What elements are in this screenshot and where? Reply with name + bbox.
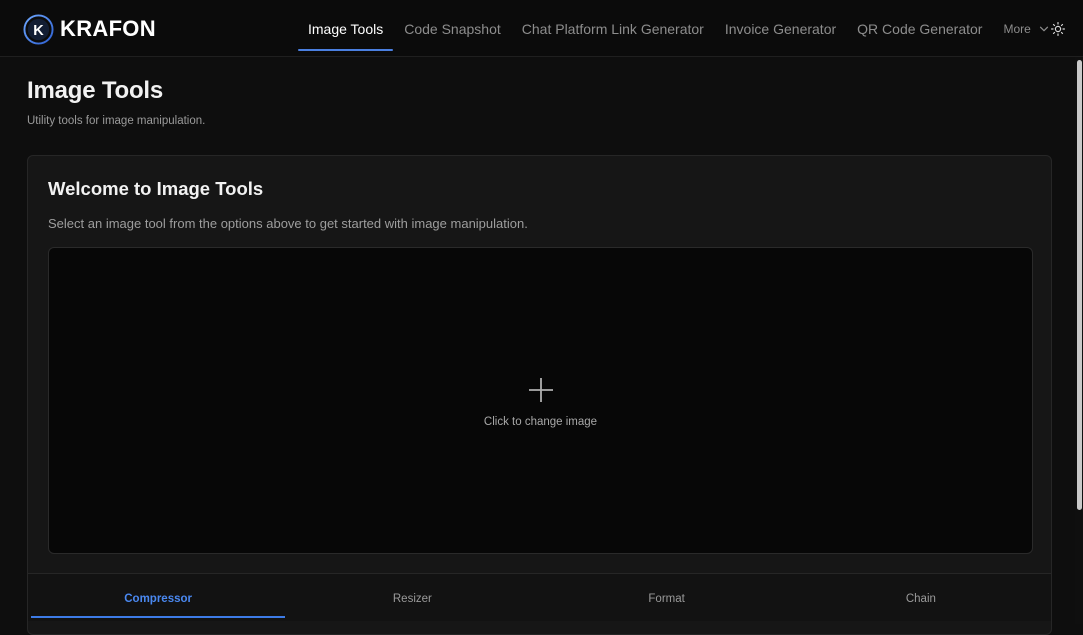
brand-name: KRAFON [60, 16, 156, 41]
chevron-down-icon [1039, 26, 1048, 31]
tab-format[interactable]: Format [540, 574, 794, 621]
tab-chain[interactable]: Chain [794, 574, 1048, 621]
plus-icon [529, 378, 553, 402]
scrollbar-thumb[interactable] [1077, 60, 1082, 510]
top-header: K KRAFON Image Tools Code Snapshot Chat … [0, 0, 1083, 57]
image-dropzone[interactable]: Click to change image [48, 247, 1033, 554]
image-tools-card: Welcome to Image Tools Select an image t… [27, 155, 1052, 635]
nav-more-label: More [1003, 21, 1031, 36]
nav-item-code-snapshot[interactable]: Code Snapshot [394, 0, 511, 57]
sun-icon[interactable] [1050, 21, 1066, 37]
nav-item-invoice-generator[interactable]: Invoice Generator [715, 0, 846, 57]
tool-tabs: Compressor Resizer Format Chain [28, 573, 1051, 621]
card-title: Welcome to Image Tools [48, 178, 264, 199]
tab-resizer[interactable]: Resizer [285, 574, 539, 621]
nav-item-image-tools[interactable]: Image Tools [298, 0, 394, 57]
logo-k-icon: K [23, 13, 54, 45]
page-title: Image Tools [27, 77, 164, 104]
card-description: Select an image tool from the options ab… [48, 216, 528, 231]
page-subtitle: Utility tools for image manipulation. [27, 115, 206, 127]
tab-compressor[interactable]: Compressor [31, 574, 286, 621]
nav-item-chat-platform-link-generator[interactable]: Chat Platform Link Generator [512, 0, 714, 57]
nav-item-qr-code-generator[interactable]: QR Code Generator [847, 0, 992, 57]
main-nav: Image Tools Code Snapshot Chat Platform … [298, 0, 1059, 57]
logo-letter: K [33, 22, 44, 38]
brand-logo[interactable]: K KRAFON [23, 13, 156, 45]
nav-more-dropdown[interactable]: More [993, 0, 1058, 57]
dropzone-label: Click to change image [483, 416, 598, 428]
